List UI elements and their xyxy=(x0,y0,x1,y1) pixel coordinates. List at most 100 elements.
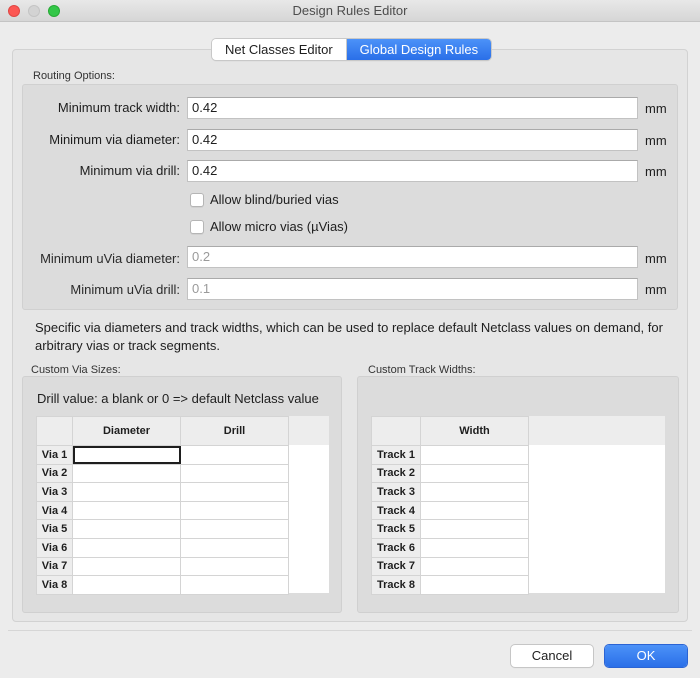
via-drill-cell[interactable] xyxy=(180,482,289,502)
allow-blind-buried-vias-checkbox[interactable] xyxy=(190,192,204,207)
via-drill-cell[interactable] xyxy=(180,519,289,539)
min-uvia-diameter-input[interactable]: 0.2 xyxy=(187,246,638,268)
track-grid-corner xyxy=(371,416,421,446)
allow-micro-vias-row[interactable]: Allow micro vias (µVias) xyxy=(190,219,348,234)
track-row-label[interactable]: Track 6 xyxy=(371,537,421,558)
via-diameter-cell[interactable] xyxy=(72,445,181,465)
min-via-drill-label: Minimum via drill: xyxy=(79,163,180,178)
track-grid-filler xyxy=(528,445,665,593)
min-via-drill-input[interactable]: 0.42 xyxy=(187,160,638,182)
track-row-label[interactable]: Track 3 xyxy=(371,482,421,502)
via-row: Via 7 xyxy=(36,556,289,577)
track-row-label[interactable]: Track 2 xyxy=(371,463,421,484)
track-grid-col-width[interactable]: Width xyxy=(420,416,529,446)
track-row-label[interactable]: Track 8 xyxy=(371,575,421,595)
via-row-label[interactable]: Via 3 xyxy=(36,482,73,502)
via-row: Via 2 xyxy=(36,463,289,484)
via-diameter-cell[interactable] xyxy=(72,556,181,577)
via-grid-col-drill[interactable]: Drill xyxy=(180,416,289,446)
track-width-cell[interactable] xyxy=(420,482,529,502)
min-via-drill-unit: mm xyxy=(645,164,667,179)
track-grid-header-filler xyxy=(528,416,665,445)
via-diameter-cell[interactable] xyxy=(72,575,181,595)
via-row-label[interactable]: Via 4 xyxy=(36,500,73,521)
via-row: Via 6 xyxy=(36,537,289,558)
via-row-label[interactable]: Via 1 xyxy=(36,445,73,465)
via-row: Via 4 xyxy=(36,500,289,521)
allow-micro-vias-label: Allow micro vias (µVias) xyxy=(210,219,348,234)
allow-blind-buried-vias-label: Allow blind/buried vias xyxy=(210,192,339,207)
track-width-cell[interactable] xyxy=(420,537,529,558)
track-width-cell[interactable] xyxy=(420,445,529,465)
track-width-cell[interactable] xyxy=(420,519,529,539)
via-drill-cell[interactable] xyxy=(180,500,289,521)
via-diameter-cell[interactable] xyxy=(72,537,181,558)
via-row: Via 3 xyxy=(36,482,289,502)
ok-button[interactable]: OK xyxy=(605,645,687,667)
custom-via-grid: Diameter Drill Via 1 Via 2 Via 3 Via 4 V… xyxy=(36,416,289,595)
min-via-diameter-unit: mm xyxy=(645,133,667,148)
allow-micro-vias-checkbox[interactable] xyxy=(190,219,204,234)
track-row: Track 4 xyxy=(371,500,529,521)
track-row: Track 6 xyxy=(371,537,529,558)
allow-blind-buried-vias-row[interactable]: Allow blind/buried vias xyxy=(190,192,339,207)
custom-via-sizes-label: Custom Via Sizes: xyxy=(31,364,121,376)
min-track-width-input[interactable]: 0.42 xyxy=(187,97,638,119)
via-diameter-cell[interactable] xyxy=(72,463,181,484)
routing-options-label: Routing Options: xyxy=(33,70,115,82)
via-drill-cell[interactable] xyxy=(180,556,289,577)
via-diameter-cell[interactable] xyxy=(72,519,181,539)
track-width-cell[interactable] xyxy=(420,463,529,484)
track-row-label[interactable]: Track 5 xyxy=(371,519,421,539)
via-grid-col-diameter[interactable]: Diameter xyxy=(72,416,181,446)
footer-divider xyxy=(8,630,692,631)
track-row: Track 7 xyxy=(371,556,529,577)
min-uvia-diameter-label: Minimum uVia diameter: xyxy=(40,251,180,266)
via-diameter-cell[interactable] xyxy=(72,482,181,502)
tab-bar: Net Classes Editor Global Design Rules xyxy=(212,39,492,60)
via-diameter-cell[interactable] xyxy=(72,500,181,521)
tab-net-classes-editor[interactable]: Net Classes Editor xyxy=(212,39,347,60)
via-grid-filler xyxy=(288,445,329,593)
track-row: Track 8 xyxy=(371,575,529,595)
min-uvia-drill-label: Minimum uVia drill: xyxy=(70,282,180,297)
min-uvia-drill-unit: mm xyxy=(645,282,667,297)
min-via-diameter-label: Minimum via diameter: xyxy=(49,132,180,147)
window-title: Design Rules Editor xyxy=(292,3,408,18)
min-track-width-unit: mm xyxy=(645,101,667,116)
via-row-label[interactable]: Via 7 xyxy=(36,556,73,577)
via-drill-cell[interactable] xyxy=(180,445,289,465)
track-row: Track 3 xyxy=(371,482,529,502)
track-row-label[interactable]: Track 4 xyxy=(371,500,421,521)
via-grid-corner xyxy=(36,416,73,446)
track-row: Track 1 xyxy=(371,445,529,465)
drill-value-note: Drill value: a blank or 0 => default Net… xyxy=(37,391,319,406)
track-width-cell[interactable] xyxy=(420,575,529,595)
min-track-width-label: Minimum track width: xyxy=(57,100,180,115)
via-drill-cell[interactable] xyxy=(180,537,289,558)
via-row: Via 8 xyxy=(36,575,289,595)
via-row-label[interactable]: Via 6 xyxy=(36,537,73,558)
min-via-diameter-input[interactable]: 0.42 xyxy=(187,129,638,151)
via-drill-cell[interactable] xyxy=(180,463,289,484)
custom-track-grid: Width Track 1 Track 2 Track 3 Track 4 Tr… xyxy=(371,416,529,595)
track-row: Track 2 xyxy=(371,463,529,484)
track-width-cell[interactable] xyxy=(420,556,529,577)
custom-track-widths-label: Custom Track Widths: xyxy=(368,364,476,376)
title-bar: Design Rules Editor xyxy=(0,0,700,22)
track-row-label[interactable]: Track 1 xyxy=(371,445,421,465)
cancel-button[interactable]: Cancel xyxy=(511,645,593,667)
via-row: Via 1 xyxy=(36,445,289,465)
via-row-label[interactable]: Via 2 xyxy=(36,463,73,484)
via-row-label[interactable]: Via 5 xyxy=(36,519,73,539)
track-row-label[interactable]: Track 7 xyxy=(371,556,421,577)
track-width-cell[interactable] xyxy=(420,500,529,521)
track-row: Track 5 xyxy=(371,519,529,539)
tab-global-design-rules[interactable]: Global Design Rules xyxy=(346,39,492,60)
custom-sizes-description: Specific via diameters and track widths,… xyxy=(35,320,663,353)
min-uvia-diameter-unit: mm xyxy=(645,251,667,266)
min-uvia-drill-input[interactable]: 0.1 xyxy=(187,278,638,300)
via-row: Via 5 xyxy=(36,519,289,539)
via-row-label[interactable]: Via 8 xyxy=(36,575,73,595)
via-drill-cell[interactable] xyxy=(180,575,289,595)
